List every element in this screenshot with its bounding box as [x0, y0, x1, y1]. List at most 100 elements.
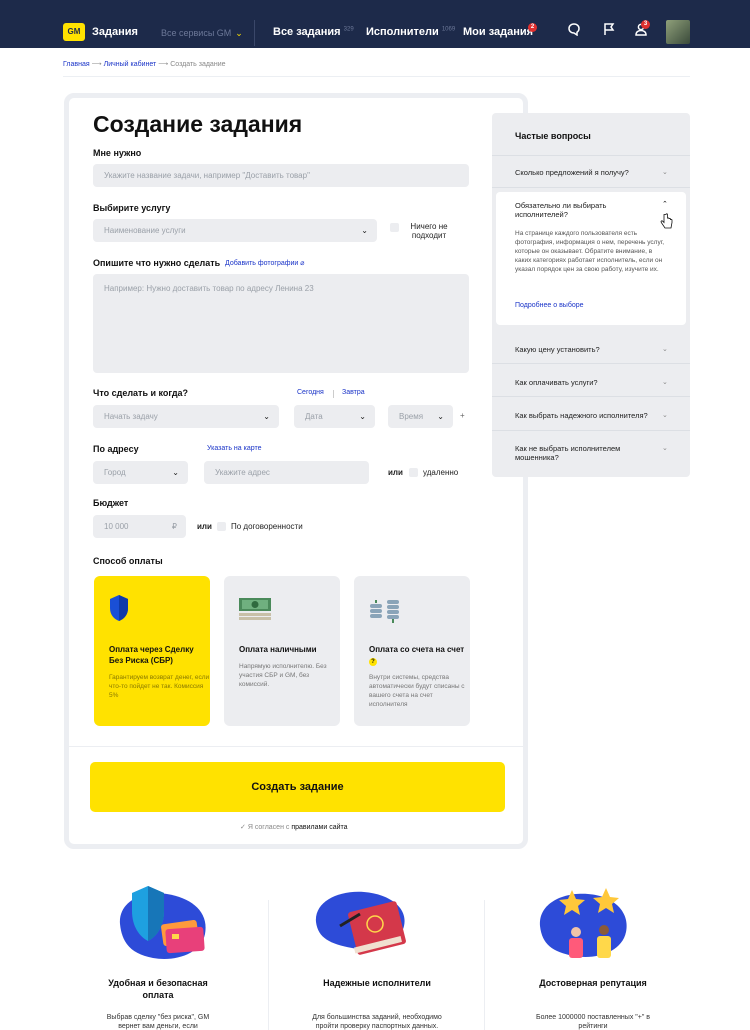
city-placeholder: Город	[104, 468, 126, 477]
shield-icon	[110, 595, 128, 621]
faq-divider	[492, 430, 690, 431]
passport-illustration	[315, 891, 406, 955]
faq-question[interactable]: Как не выбрать исполнителем мошенника?	[515, 444, 645, 462]
chevron-down-icon: ⌄	[662, 346, 668, 353]
chevron-down-icon: ⌄	[662, 412, 668, 419]
chevron-down-icon: ⌄	[235, 28, 243, 38]
description-textarea[interactable]: Например: Нужно доставить товар по адрес…	[93, 274, 469, 373]
or-label: или	[197, 522, 212, 531]
or-label: или	[388, 468, 403, 477]
budget-input[interactable]: 10 000 ₽	[93, 515, 186, 538]
nav-performers-count: 1069	[441, 26, 456, 33]
date-placeholder: Дата	[305, 412, 323, 421]
gm-logo[interactable]: GM	[63, 23, 85, 41]
create-task-button[interactable]: Создать задание	[90, 762, 505, 812]
describe-label: Опишите что нужно сделать	[93, 258, 221, 268]
breadcrumb-current: Создать задание	[170, 61, 226, 68]
start-task-select[interactable]: Начать задачу ⌄	[93, 405, 279, 428]
reputation-illustration	[539, 888, 627, 958]
payment-option-transfer[interactable]: Оплата со счета на счет ? Внутри системы…	[354, 576, 470, 726]
chevron-down-icon: ⌄	[662, 445, 668, 452]
feature-desc: Более 1000000 поставленных "+" в рейтинг…	[535, 1014, 650, 1030]
chevron-down-icon: ⌄	[263, 412, 270, 421]
faq-divider	[492, 363, 690, 364]
profile-badge: 3	[641, 20, 650, 29]
site-title[interactable]: Задания	[92, 26, 138, 38]
chevron-down-icon: ⌄	[662, 169, 668, 176]
arrow-icon: ⟶	[158, 61, 171, 68]
feature-desc: Для большинства заданий, необходимо прой…	[312, 1014, 442, 1030]
help-icon[interactable]: ?	[369, 658, 377, 666]
nothing-fits-checkbox[interactable]	[390, 223, 399, 232]
add-photos-label: Добавить фотографии	[225, 260, 299, 267]
date-select[interactable]: Дата ⌄	[294, 405, 375, 428]
payment-title: Оплата со счета на счет	[369, 645, 465, 654]
faq-question[interactable]: Как выбрать надежного исполнителя?	[515, 411, 665, 420]
chevron-up-icon: ⌃	[662, 201, 668, 208]
chat-icon[interactable]	[566, 22, 582, 38]
breadcrumb-home[interactable]: Главная	[63, 61, 90, 68]
link-divider	[333, 390, 334, 398]
breadcrumb-cabinet[interactable]: Личный кабинет	[104, 61, 157, 68]
chevron-down-icon: ⌄	[437, 412, 444, 421]
add-photos-link[interactable]: Добавить фотографии ⌀	[225, 259, 305, 267]
breadcrumb: Главная ⟶ Личный кабинет ⟶ Создать задан…	[63, 60, 226, 68]
nav-all-tasks[interactable]: Все задания 329	[273, 26, 354, 38]
avatar[interactable]	[666, 20, 690, 44]
faq-question[interactable]: Обязательно ли выбирать исполнителей?	[515, 201, 635, 219]
service-placeholder: Наименование услуги	[104, 226, 186, 235]
time-select[interactable]: Время ⌄	[388, 405, 453, 428]
faq-question[interactable]: Как оплачивать услуги?	[515, 378, 665, 387]
payment-desc: Гарантируем возврат денег, если что-то п…	[109, 674, 210, 699]
service-label: Выбирите услугу	[93, 203, 171, 213]
agree-terms[interactable]: ✓ Я согласен с правилами сайта	[240, 823, 348, 831]
negotiable-checkbox[interactable]	[217, 522, 226, 531]
add-time-icon[interactable]: +	[460, 411, 465, 420]
my-tasks-badge: 2	[528, 23, 537, 32]
address-input[interactable]: Укажите адрес	[204, 461, 369, 484]
start-task-placeholder: Начать задачу	[104, 412, 158, 421]
pointer-cursor-icon	[660, 213, 673, 229]
nav-my-tasks[interactable]: Мои задания	[463, 26, 533, 38]
chevron-down-icon: ⌄	[361, 226, 368, 235]
form-divider	[69, 746, 523, 747]
nav-all-tasks-label: Все задания	[273, 26, 341, 38]
payment-option-sbr[interactable]: Оплата через Сделку Без Риска (СБР) Гара…	[94, 576, 210, 726]
need-label: Мне нужно	[93, 148, 142, 158]
faq-divider	[492, 155, 690, 156]
today-link[interactable]: Сегодня	[297, 389, 324, 396]
tomorrow-link[interactable]: Завтра	[342, 389, 365, 396]
breadcrumb-divider	[63, 76, 690, 77]
ruble-icon: ₽	[171, 522, 177, 531]
services-dropdown[interactable]: Все сервисы GM ⌄	[161, 28, 243, 39]
remote-checkbox[interactable]	[409, 468, 418, 477]
faq-question[interactable]: Сколько предложений я получу?	[515, 168, 665, 177]
coins-icon	[370, 600, 399, 623]
faq-title: Частые вопросы	[515, 131, 591, 141]
feature-divider	[484, 900, 485, 1030]
payment-title: Оплата наличными	[239, 645, 317, 654]
when-label: Что сделать и когда?	[93, 388, 189, 398]
feature-title: Удобная и безопасная оплата	[108, 978, 208, 1000]
cash-icon	[239, 598, 271, 620]
negotiable-label: По договоренности	[231, 522, 303, 531]
nav-performers-label: Исполнители	[366, 26, 439, 38]
faq-question[interactable]: Какую цену установить?	[515, 345, 665, 354]
nav-performers[interactable]: Исполнители 1069	[366, 26, 455, 38]
task-name-input[interactable]: Укажите название задачи, например "Доста…	[93, 164, 469, 187]
payment-desc: Напрямую исполнителю. Без участия СБР и …	[239, 663, 327, 688]
terms-link[interactable]: правилами сайта	[291, 824, 347, 831]
nav-all-tasks-count: 329	[343, 26, 354, 33]
faq-divider	[492, 396, 690, 397]
city-select[interactable]: Город ⌄	[93, 461, 188, 484]
faq-divider	[492, 187, 690, 188]
chevron-down-icon: ⌄	[359, 412, 366, 421]
chevron-down-icon: ⌄	[172, 468, 179, 477]
payment-option-cash[interactable]: Оплата наличными Напрямую исполнителю. Б…	[224, 576, 340, 726]
service-select[interactable]: Наименование услуги ⌄	[93, 219, 377, 242]
paperclip-icon: ⌀	[300, 260, 305, 267]
on-map-link[interactable]: Указать на карте	[207, 445, 261, 452]
payment-label: Способ оплаты	[93, 556, 163, 566]
faq-more-link[interactable]: Подробнее о выборе	[515, 302, 584, 309]
flag-icon[interactable]	[601, 22, 617, 38]
